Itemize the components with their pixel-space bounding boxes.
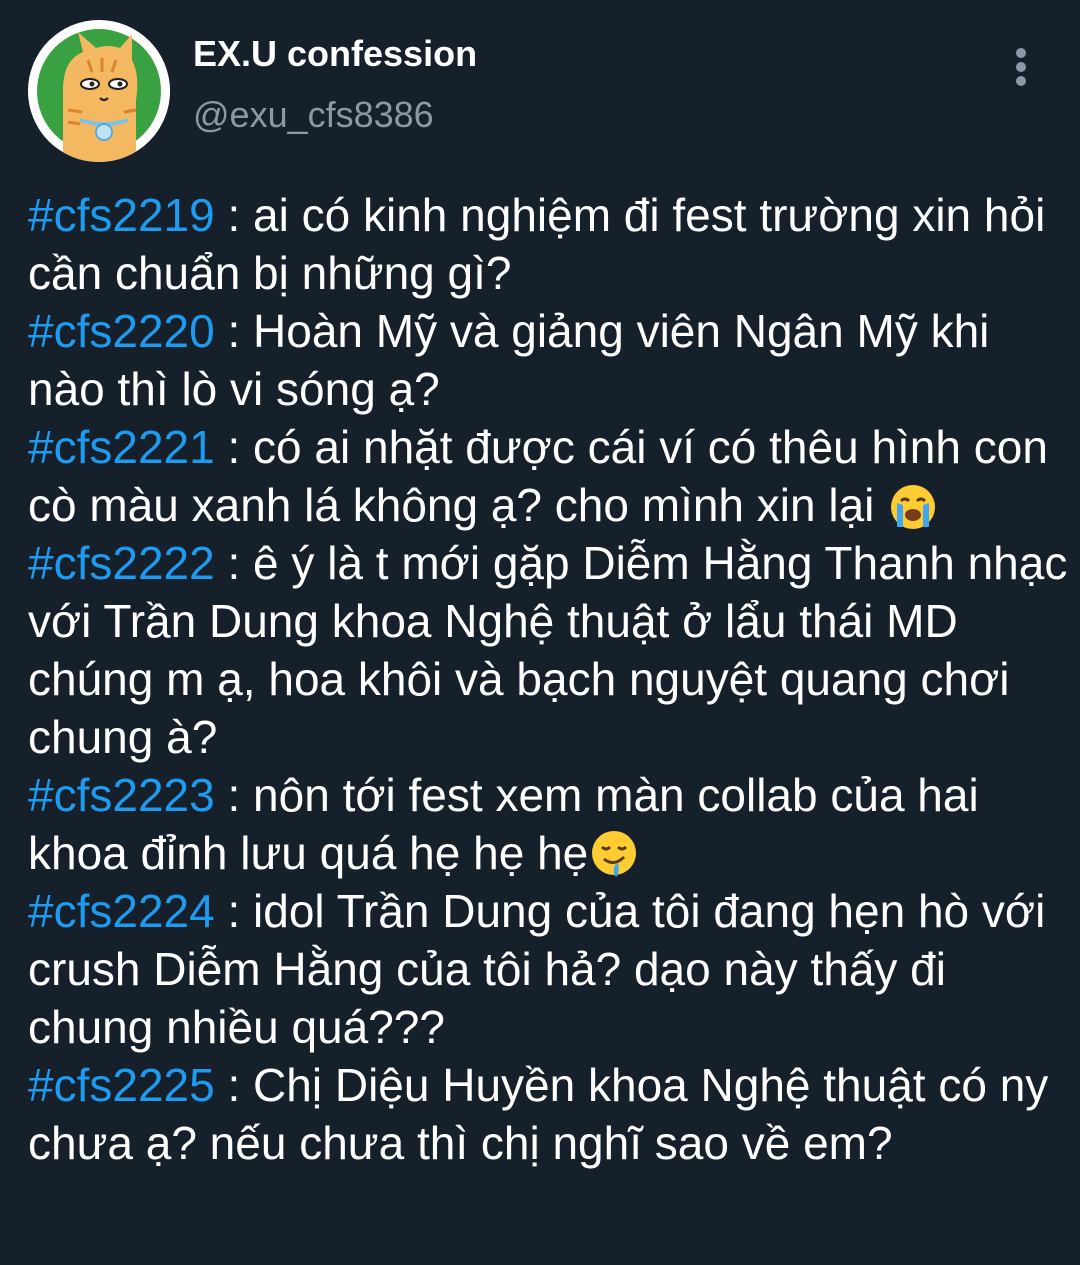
separator: :	[214, 1059, 254, 1111]
more-vertical-icon-dot	[1016, 76, 1026, 86]
confession-item: #cfs2224 : idol Trần Dung của tôi đang h…	[28, 882, 1074, 1056]
confession-item: #cfs2225 : Chị Diệu Huyền khoa Nghệ thuậ…	[28, 1056, 1074, 1172]
confession-item: #cfs2221 : có ai nhặt được cái ví có thê…	[28, 418, 1074, 534]
separator: :	[214, 769, 254, 821]
drooling-face-emoji-icon	[588, 827, 640, 879]
separator: :	[214, 189, 254, 241]
hashtag-link[interactable]: #cfs2220	[28, 305, 215, 357]
confession-item: #cfs2222 : ê ý là t mới gặp Diễm Hằng Th…	[28, 534, 1074, 766]
tweet-text: #cfs2219 : ai có kinh nghiệm đi fest trư…	[28, 186, 1074, 1172]
separator: :	[214, 537, 254, 589]
confession-item: #cfs2223 : nôn tới fest xem màn collab c…	[28, 766, 1074, 882]
hashtag-link[interactable]: #cfs2223	[28, 769, 215, 821]
hashtag-link[interactable]: #cfs2219	[28, 189, 215, 241]
display-name[interactable]: EX.U confession	[193, 34, 477, 74]
orange-cat-avatar-icon	[28, 20, 170, 162]
more-options-button[interactable]	[1000, 44, 1044, 88]
avatar[interactable]	[28, 20, 170, 162]
more-vertical-icon-dot	[1016, 62, 1026, 72]
loudly-crying-face-emoji-icon	[887, 479, 939, 531]
separator: :	[214, 305, 254, 357]
hashtag-link[interactable]: #cfs2225	[28, 1059, 215, 1111]
hashtag-link[interactable]: #cfs2222	[28, 537, 215, 589]
confession-item: #cfs2220 : Hoàn Mỹ và giảng viên Ngân Mỹ…	[28, 302, 1074, 418]
hashtag-link[interactable]: #cfs2221	[28, 421, 215, 473]
separator: :	[214, 885, 254, 937]
more-vertical-icon	[1016, 48, 1026, 58]
tweet-header: EX.U confession @exu_cfs8386	[0, 0, 1080, 170]
separator: :	[214, 421, 254, 473]
hashtag-link[interactable]: #cfs2224	[28, 885, 215, 937]
user-handle[interactable]: @exu_cfs8386	[193, 95, 434, 135]
confession-item: #cfs2219 : ai có kinh nghiệm đi fest trư…	[28, 186, 1074, 302]
